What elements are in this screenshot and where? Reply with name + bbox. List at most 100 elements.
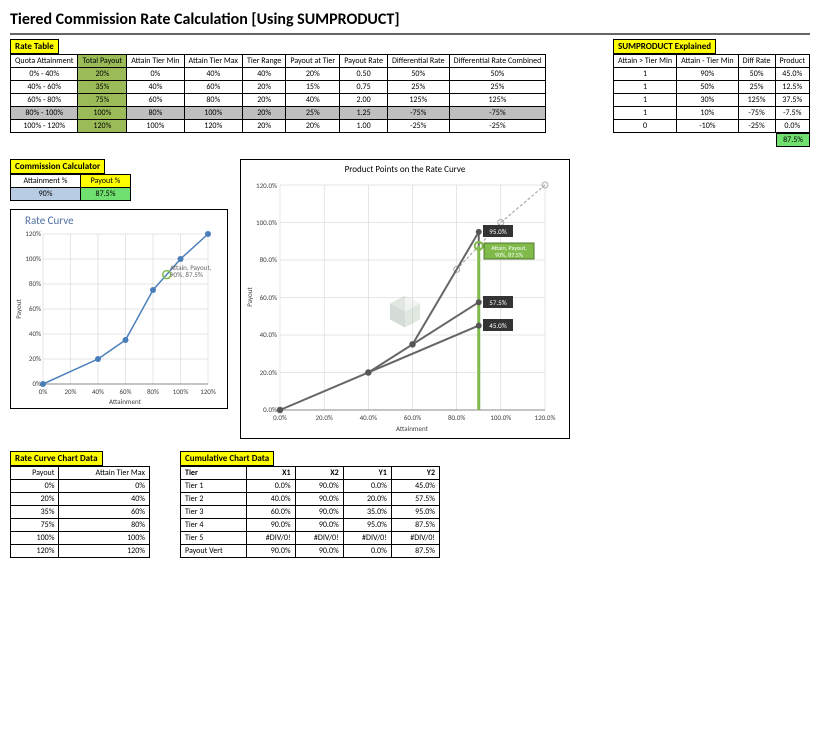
cell: 60% bbox=[184, 81, 242, 94]
cell: 90.0% bbox=[247, 545, 295, 558]
col-header: Tier Range bbox=[242, 55, 285, 68]
svg-text:100.0%: 100.0% bbox=[256, 218, 277, 227]
cell: 90.0% bbox=[295, 480, 343, 493]
col-header: Payout at Tier bbox=[286, 55, 340, 68]
svg-text:45.0%: 45.0% bbox=[489, 321, 506, 330]
cumulative-data-table: TierX1X2Y1Y2 Tier 10.0%90.0%0.0%45.0%Tie… bbox=[180, 466, 440, 558]
cell: 120% bbox=[184, 120, 242, 133]
cell: #DIV/0! bbox=[295, 532, 343, 545]
cell: -75% bbox=[738, 107, 775, 120]
svg-text:20%: 20% bbox=[29, 354, 41, 363]
calc-payout-label: Payout % bbox=[81, 175, 131, 188]
cell: 0 bbox=[613, 120, 676, 133]
cell: 35.0% bbox=[343, 506, 391, 519]
cell: -25% bbox=[738, 120, 775, 133]
cell: 25% bbox=[738, 81, 775, 94]
cell: 40% - 60% bbox=[11, 81, 78, 94]
cell: #DIV/0! bbox=[391, 532, 439, 545]
col-header: X1 bbox=[247, 467, 295, 480]
cell: 1 bbox=[613, 94, 676, 107]
svg-text:80.0%: 80.0% bbox=[260, 255, 277, 264]
cell: #DIV/0! bbox=[343, 532, 391, 545]
cell: 100% bbox=[127, 120, 184, 133]
rate-curve-svg: Attain, Payout, 90%, 87.5% 0%20%40%60%80… bbox=[15, 229, 225, 404]
sumproduct-total-value: 87.5% bbox=[776, 133, 810, 147]
svg-text:80.0%: 80.0% bbox=[448, 413, 465, 422]
cumulative-chart-title: Product Points on the Rate Curve bbox=[245, 164, 565, 175]
svg-text:120.0%: 120.0% bbox=[535, 413, 556, 422]
cell: 2.00 bbox=[340, 94, 388, 107]
svg-text:90%, 87.5%: 90%, 87.5% bbox=[495, 251, 524, 259]
cell: 25% bbox=[286, 107, 340, 120]
col-header: Attain - Tier Min bbox=[677, 55, 739, 68]
cell: Tier 2 bbox=[181, 493, 247, 506]
cell: 40.0% bbox=[247, 493, 295, 506]
cell: 15% bbox=[286, 81, 340, 94]
svg-text:120%: 120% bbox=[25, 229, 41, 238]
cell: 0% - 40% bbox=[11, 68, 78, 81]
svg-text:40%: 40% bbox=[92, 387, 104, 396]
cell: 125% bbox=[387, 94, 449, 107]
cell: 40% bbox=[184, 68, 242, 81]
cumulative-data-section: Cumulative Chart Data TierX1X2Y1Y2 Tier … bbox=[180, 451, 440, 558]
cell: 75% bbox=[11, 519, 59, 532]
cell: 90.0% bbox=[295, 493, 343, 506]
col-header: Y2 bbox=[391, 467, 439, 480]
cell: 20% bbox=[242, 81, 285, 94]
col-header: Attain > Tier Min bbox=[613, 55, 676, 68]
svg-text:0%: 0% bbox=[39, 387, 48, 396]
svg-text:20.0%: 20.0% bbox=[315, 413, 332, 422]
cell: 80% bbox=[127, 107, 184, 120]
cell: 80% bbox=[184, 94, 242, 107]
cumulative-data-title: Cumulative Chart Data bbox=[180, 451, 274, 466]
cell: -75% bbox=[387, 107, 449, 120]
svg-text:80%: 80% bbox=[147, 387, 159, 396]
cell: 25% bbox=[449, 81, 546, 94]
cell: 40% bbox=[242, 68, 285, 81]
svg-text:60%: 60% bbox=[119, 387, 131, 396]
col-header: Payout Rate bbox=[340, 55, 388, 68]
svg-text:57.5%: 57.5% bbox=[489, 298, 506, 307]
cell: 95.0% bbox=[343, 519, 391, 532]
col-header: Attain Tier Max bbox=[184, 55, 242, 68]
cell: 90.0% bbox=[295, 506, 343, 519]
cell: 100% - 120% bbox=[11, 120, 78, 133]
svg-text:100%: 100% bbox=[173, 387, 189, 396]
rate-curve-chart: Rate Curve Attain, Payout, 90%, 87.5% bbox=[10, 209, 228, 409]
cell: 1.00 bbox=[340, 120, 388, 133]
svg-text:Attainment: Attainment bbox=[396, 424, 429, 432]
svg-text:60.0%: 60.0% bbox=[260, 293, 277, 302]
svg-text:60.0%: 60.0% bbox=[404, 413, 421, 422]
cell: 25% bbox=[387, 81, 449, 94]
svg-text:Attainment: Attainment bbox=[109, 397, 142, 404]
cell: 50% bbox=[738, 68, 775, 81]
cell: 0.0% bbox=[775, 120, 809, 133]
rate-curve-chart-title: Rate Curve bbox=[15, 214, 223, 227]
cell: 37.5% bbox=[775, 94, 809, 107]
cell: 90.0% bbox=[247, 519, 295, 532]
cell: 120% bbox=[59, 545, 150, 558]
svg-text:80%: 80% bbox=[29, 279, 41, 288]
svg-text:Payout: Payout bbox=[15, 299, 23, 319]
svg-text:60%: 60% bbox=[29, 304, 41, 313]
cell: -25% bbox=[387, 120, 449, 133]
rate-curve-data-section: Rate Curve Chart Data PayoutAttain Tier … bbox=[10, 451, 150, 558]
cell: 10% bbox=[677, 107, 739, 120]
rate-curve-data-table: PayoutAttain Tier Max 0%0%20%40%35%60%75… bbox=[10, 466, 150, 558]
col-header: X2 bbox=[295, 467, 343, 480]
cell: 20% bbox=[11, 493, 59, 506]
calc-attain-value[interactable]: 90% bbox=[11, 188, 81, 201]
cell: 1 bbox=[613, 68, 676, 81]
cell: 50% bbox=[449, 68, 546, 81]
cell: 120% bbox=[11, 545, 59, 558]
cell: Tier 5 bbox=[181, 532, 247, 545]
cell: 0.0% bbox=[247, 480, 295, 493]
cell: 60% - 80% bbox=[11, 94, 78, 107]
cell: 45.0% bbox=[775, 68, 809, 81]
svg-text:100%: 100% bbox=[25, 254, 41, 263]
col-header: Payout bbox=[11, 467, 59, 480]
sumproduct-title: SUMPRODUCT Explained bbox=[613, 39, 716, 54]
cell: 90.0% bbox=[295, 545, 343, 558]
cell: 87.5% bbox=[391, 519, 439, 532]
cell: -75% bbox=[449, 107, 546, 120]
